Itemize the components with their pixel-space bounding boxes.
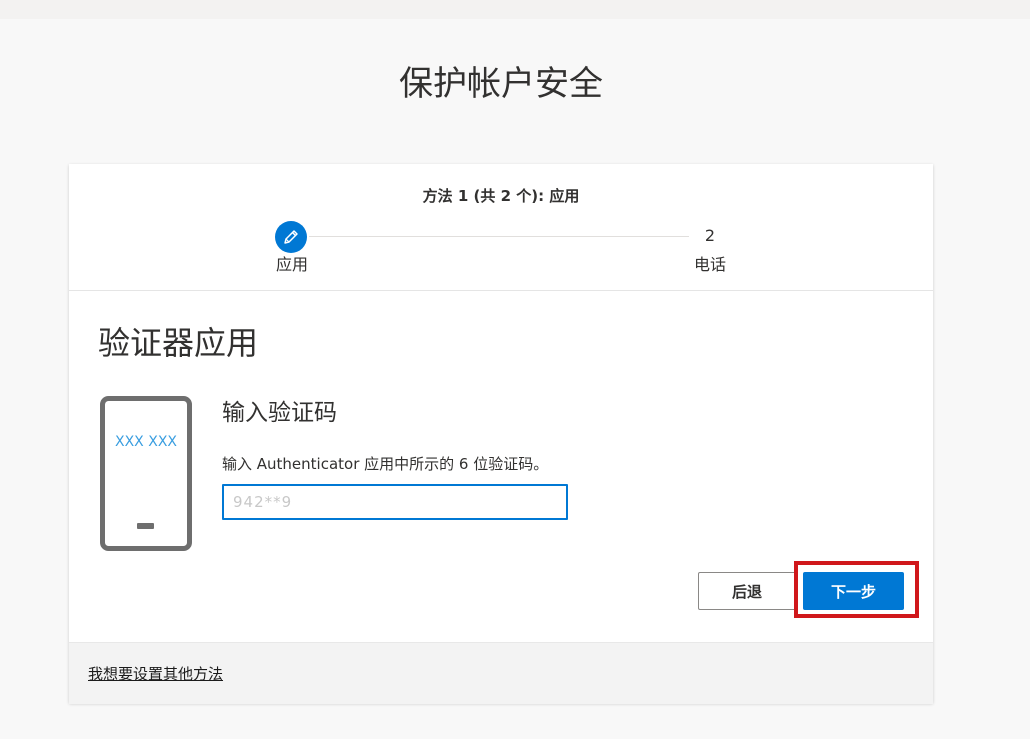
progress-line: [309, 236, 689, 237]
progress-section: 方法 1 (共 2 个): 应用 应用 2 电话: [69, 164, 933, 291]
step-label-phone: 电话: [693, 255, 726, 274]
pencil-icon: [282, 228, 300, 246]
next-button[interactable]: 下一步: [803, 572, 904, 610]
setup-card: 方法 1 (共 2 个): 应用 应用 2 电话 验证器应用 XXX XXX 输…: [69, 164, 933, 704]
progress-header: 方法 1 (共 2 个): 应用: [422, 187, 580, 205]
step-label-app: 应用: [275, 255, 308, 274]
page-title: 保护帐户安全: [399, 64, 603, 104]
card-footer: 我想要设置其他方法: [69, 642, 933, 704]
step-current-indicator: [275, 221, 307, 253]
phone-illustration: XXX XXX: [100, 396, 192, 551]
step-number-phone: 2: [704, 226, 716, 245]
alt-method-link[interactable]: 我想要设置其他方法: [88, 663, 223, 685]
top-strip: [0, 0, 1030, 19]
verification-code-input[interactable]: [222, 484, 568, 520]
code-heading: 输入验证码: [222, 400, 337, 426]
back-button[interactable]: 后退: [698, 572, 796, 610]
phone-screen-code: XXX XXX: [115, 434, 177, 450]
code-instruction: 输入 Authenticator 应用中所示的 6 位验证码。: [222, 455, 549, 473]
method-title: 验证器应用: [98, 324, 259, 362]
